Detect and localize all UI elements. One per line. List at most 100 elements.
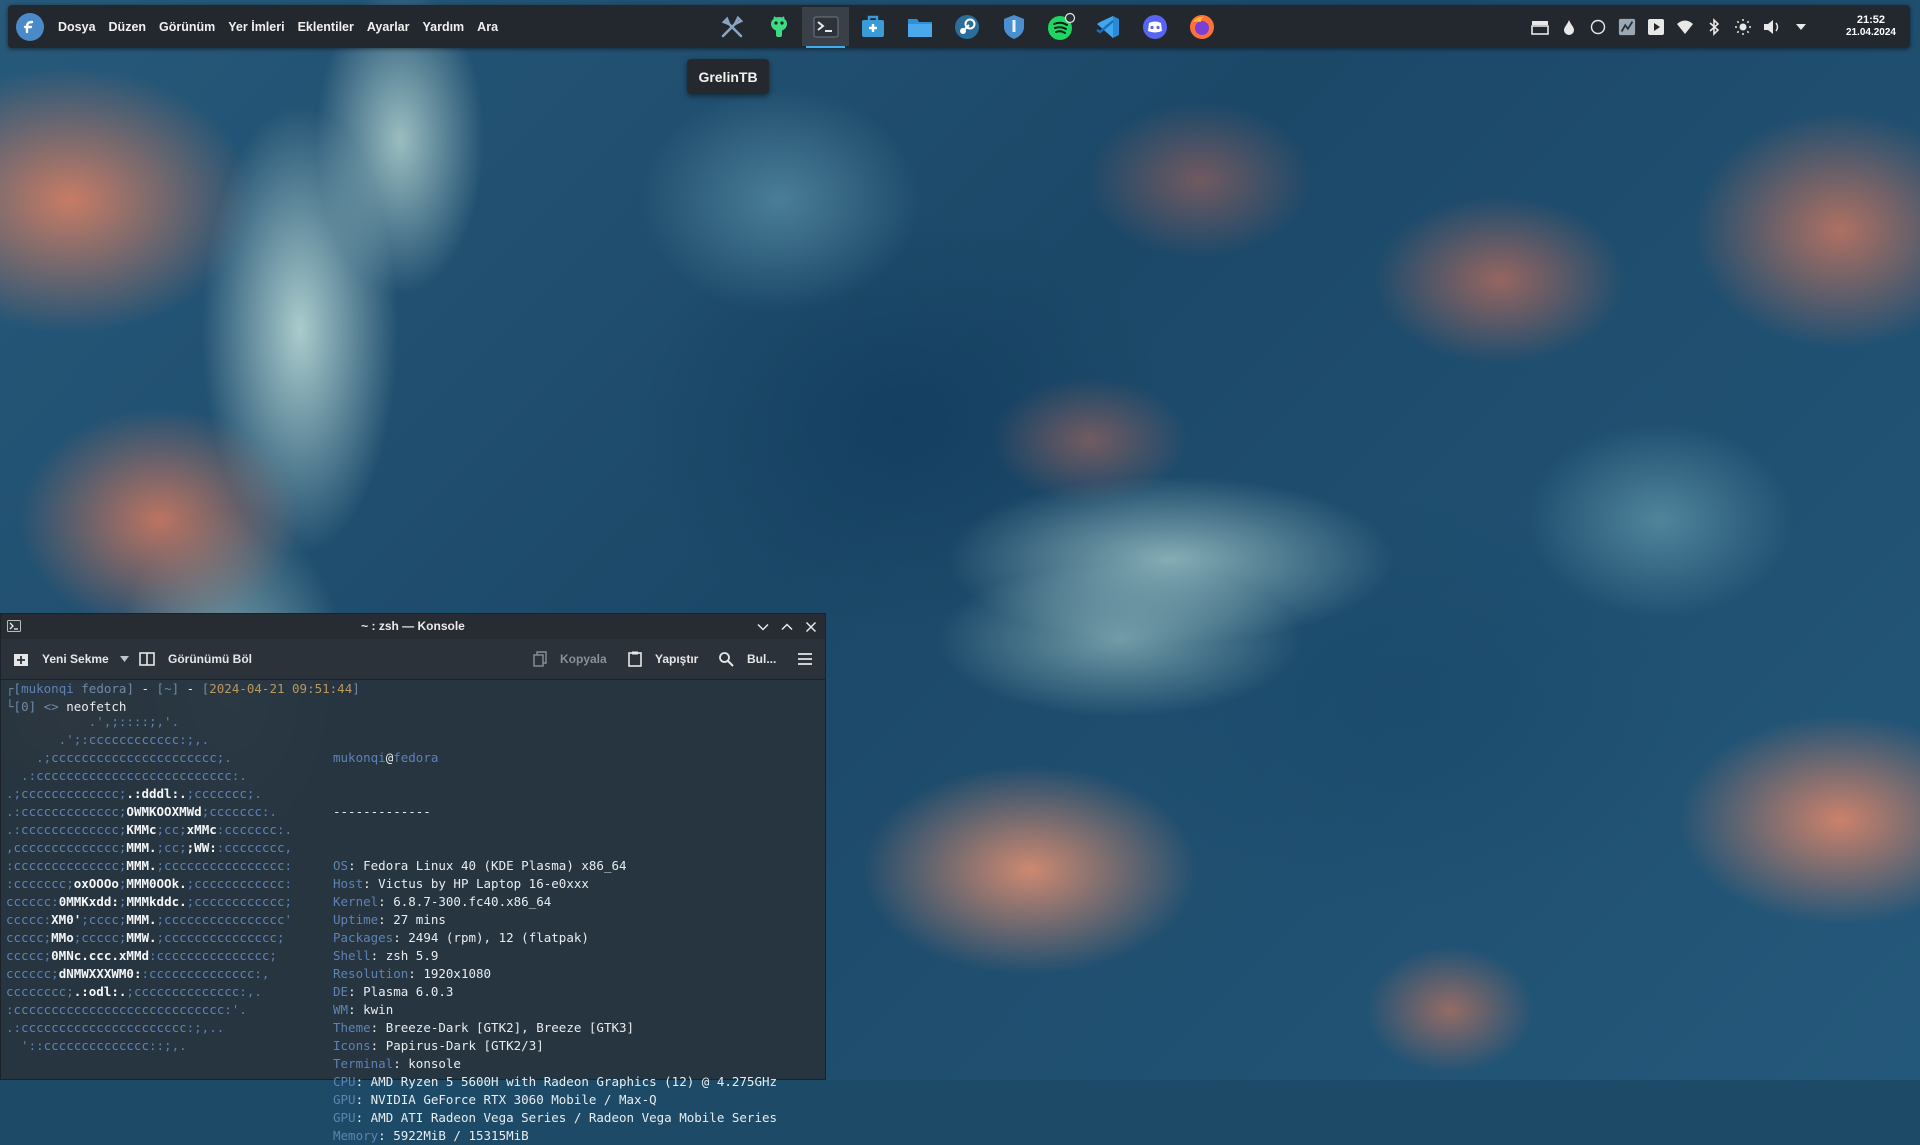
- hamburger-menu-icon: [798, 653, 812, 665]
- info-value: Papirus-Dark [GTK2/3]: [385, 1038, 544, 1053]
- window-buttons: [755, 614, 819, 639]
- firefox-icon[interactable]: [1178, 7, 1225, 46]
- info-key: Uptime: [333, 912, 379, 927]
- prompt-datetime: 2024-04-21 09:51:44: [209, 681, 353, 696]
- bluetooth-icon[interactable]: [1705, 17, 1723, 36]
- circle-status-icon[interactable]: [1589, 18, 1607, 36]
- app-tray-icon[interactable]: [1618, 18, 1636, 36]
- info-value: Breeze-Dark [GTK2], Breeze [GTK3]: [385, 1020, 635, 1035]
- minimize-button[interactable]: [755, 619, 771, 635]
- neofetch-info-line: Terminal: konsole: [333, 1056, 461, 1071]
- volume-icon[interactable]: [1763, 18, 1781, 36]
- neofetch-info-line: Kernel: 6.8.7-300.fc40.x86_64: [333, 894, 552, 909]
- konsole-icon[interactable]: [802, 7, 849, 48]
- ascii-art-line: :cccccccccccccccccccccccccccc:'.: [6, 1002, 247, 1017]
- menu-view[interactable]: Görünüm: [159, 20, 215, 34]
- info-key: Terminal: [333, 1056, 394, 1071]
- neofetch-info-line: Uptime: 27 mins: [333, 912, 446, 927]
- steam-icon[interactable]: [943, 7, 990, 46]
- ascii-art-line: .;cccccccccccccccccccccc;.: [6, 750, 232, 765]
- prompt-status: 0: [21, 699, 29, 714]
- info-key: WM: [333, 1002, 349, 1017]
- info-value: Fedora Linux 40 (KDE Plasma) x86_64: [363, 858, 627, 873]
- info-value: AMD ATI Radeon Vega Series / Radeon Vega…: [370, 1110, 778, 1125]
- hamburger-menu-button[interactable]: [797, 639, 813, 679]
- menu-edit[interactable]: Düzen: [109, 20, 147, 34]
- menu-settings[interactable]: Ayarlar: [367, 20, 410, 34]
- taskbar-app-icon[interactable]: [1531, 18, 1549, 36]
- wifi-icon[interactable]: [1676, 18, 1694, 36]
- spotify-icon[interactable]: [1037, 7, 1084, 46]
- digital-clock[interactable]: 21:52 21.04.2024: [1846, 14, 1896, 39]
- clock-date: 21.04.2024: [1845, 27, 1896, 38]
- paste-button[interactable]: Yapıştır: [628, 639, 698, 679]
- brightness-icon[interactable]: [1734, 18, 1752, 36]
- tools-icon[interactable]: [708, 7, 755, 46]
- maximize-button[interactable]: [779, 619, 795, 635]
- media-player-icon[interactable]: [1647, 18, 1665, 36]
- vscode-icon[interactable]: [1084, 7, 1131, 46]
- tray-expand-arrow-icon[interactable]: [1792, 18, 1810, 36]
- info-value: kwin: [363, 1002, 394, 1017]
- menu-plugins[interactable]: Eklentiler: [298, 20, 354, 34]
- info-key: OS: [333, 858, 349, 873]
- split-view-button[interactable]: Görünümü Böl: [139, 639, 252, 679]
- prompt-host: fedora: [81, 681, 127, 696]
- ascii-art-line: .:ccccccccccccc;KMMc;cc;xMMc:ccccccc:.: [6, 822, 293, 837]
- info-key: Packages: [333, 930, 394, 945]
- split-view-icon: [139, 652, 155, 666]
- chevron-down-icon[interactable]: [119, 656, 129, 662]
- discord-icon[interactable]: [1131, 7, 1178, 46]
- clock-time: 21:52: [1856, 14, 1886, 26]
- window-titlebar[interactable]: ~ : zsh — Konsole: [1, 614, 825, 639]
- android-icon[interactable]: [755, 7, 802, 46]
- fedora-launcher-icon[interactable]: [16, 13, 44, 41]
- shield-icon[interactable]: [990, 7, 1037, 46]
- menu-search[interactable]: Ara: [477, 20, 498, 34]
- info-key: Resolution: [333, 966, 409, 981]
- paste-icon: [628, 651, 642, 667]
- folder-icon[interactable]: [896, 7, 943, 46]
- prompt-user: mukonqi: [21, 681, 74, 696]
- info-value: Victus by HP Laptop 16-e0xxx: [378, 876, 589, 891]
- store-icon[interactable]: [849, 7, 896, 46]
- info-value: AMD Ryzen 5 5600H with Radeon Graphics (…: [370, 1074, 778, 1089]
- copy-button[interactable]: Kopyala: [533, 639, 607, 679]
- info-value: 27 mins: [393, 912, 446, 927]
- ascii-art-line: .:ccccccccccccc;OWMKOOXMWd;ccccccc:.: [6, 804, 277, 819]
- neofetch-info-line: Memory: 5922MiB / 15315MiB: [333, 1128, 529, 1143]
- konsole-toolbar: Yeni Sekme Görünümü Böl Kopyala Yapıştır…: [1, 639, 825, 680]
- info-key: Kernel: [333, 894, 379, 909]
- window-title: ~ : zsh — Konsole: [361, 619, 465, 633]
- terminal-area[interactable]: ┌[mukonqi fedora] - [~] - [2024-04-21 09…: [1, 680, 825, 1143]
- find-label: Bul...: [747, 652, 777, 666]
- fedora-ascii-logo: .',;::::;,'. .';:cccccccccccc:;,. .;cccc…: [6, 713, 292, 1055]
- neofetch-header-user: mukonqi: [333, 750, 386, 765]
- copy-label: Kopyala: [560, 652, 607, 666]
- info-value: 2494 (rpm), 12 (flatpak): [408, 930, 589, 945]
- info-key: Host: [333, 876, 364, 891]
- info-value: zsh 5.9: [385, 948, 439, 963]
- find-button[interactable]: Bul...: [718, 639, 776, 679]
- info-value: 6.8.7-300.fc40.x86_64: [393, 894, 552, 909]
- info-key: Shell: [333, 948, 371, 963]
- neofetch-info: mukonqi@fedora ------------- OS: Fedora …: [333, 713, 777, 1145]
- neofetch-info-line: Theme: Breeze-Dark [GTK2], Breeze [GTK3]: [333, 1020, 635, 1035]
- ascii-art-line: .',;::::;,'.: [6, 714, 180, 729]
- color-picker-icon[interactable]: [1560, 18, 1578, 36]
- task-tooltip: GrelinTB: [687, 59, 769, 94]
- search-icon: [719, 652, 734, 667]
- neofetch-info-line: OS: Fedora Linux 40 (KDE Plasma) x86_64: [333, 858, 627, 873]
- menu-bookmarks[interactable]: Yer İmleri: [228, 20, 284, 34]
- ascii-art-line: .';:cccccccccccc:;,.: [6, 732, 210, 747]
- info-key: CPU: [333, 1074, 356, 1089]
- ascii-art-line: .:cccccccccccccccccccccc:;,..: [6, 1020, 225, 1035]
- menu-file[interactable]: Dosya: [58, 20, 96, 34]
- close-button[interactable]: [803, 619, 819, 635]
- new-tab-button[interactable]: Yeni Sekme: [13, 639, 129, 679]
- ascii-art-line: ccccc:XM0';cccc;MMM.;cccccccccccccccc': [6, 912, 292, 927]
- neofetch-info-line: WM: kwin: [333, 1002, 394, 1017]
- system-tray: [1531, 5, 1810, 48]
- info-value: NVIDIA GeForce RTX 3060 Mobile / Max-Q: [370, 1092, 657, 1107]
- menu-help[interactable]: Yardım: [422, 20, 464, 34]
